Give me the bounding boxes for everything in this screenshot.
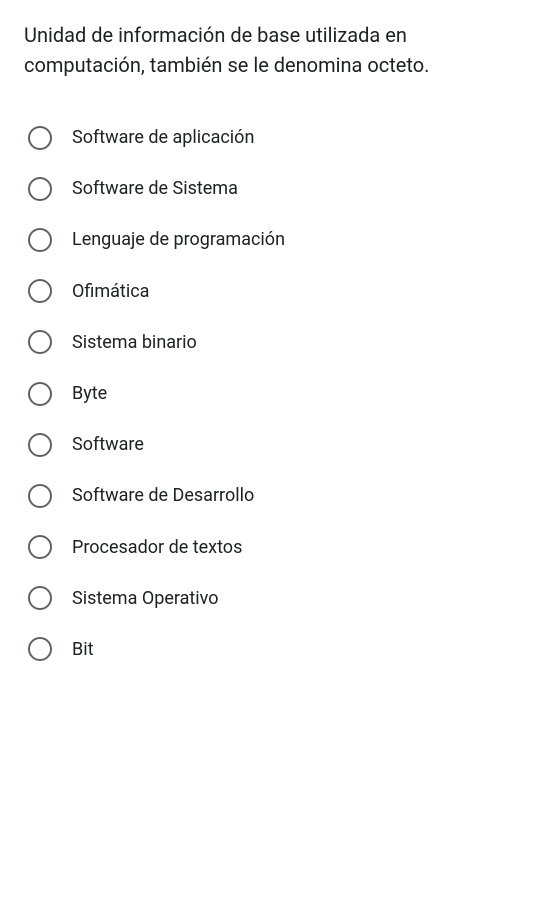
radio-icon [28,535,52,559]
option-label: Byte [72,381,107,406]
option-label: Lenguaje de programación [72,227,285,252]
option-6[interactable]: Software [24,419,527,470]
option-0[interactable]: Software de aplicación [24,112,527,163]
option-8[interactable]: Procesador de textos [24,522,527,573]
option-label: Software de aplicación [72,125,254,150]
radio-icon [28,433,52,457]
option-label: Software [72,432,144,457]
radio-icon [28,330,52,354]
option-label: Software de Sistema [72,176,238,201]
radio-icon [28,637,52,661]
question-text: Unidad de información de base utilizada … [24,20,527,80]
option-10[interactable]: Bit [24,624,527,675]
option-label: Procesador de textos [72,535,242,560]
option-3[interactable]: Ofimática [24,266,527,317]
radio-icon [28,586,52,610]
option-5[interactable]: Byte [24,368,527,419]
option-label: Bit [72,637,93,662]
option-4[interactable]: Sistema binario [24,317,527,368]
option-7[interactable]: Software de Desarrollo [24,470,527,521]
option-label: Software de Desarrollo [72,483,254,508]
option-2[interactable]: Lenguaje de programación [24,214,527,265]
option-label: Sistema binario [72,330,197,355]
radio-icon [28,484,52,508]
radio-icon [28,126,52,150]
option-1[interactable]: Software de Sistema [24,163,527,214]
radio-icon [28,382,52,406]
radio-icon [28,177,52,201]
radio-icon [28,228,52,252]
options-list: Software de aplicación Software de Siste… [24,112,527,675]
option-9[interactable]: Sistema Operativo [24,573,527,624]
radio-icon [28,279,52,303]
option-label: Sistema Operativo [72,586,219,611]
option-label: Ofimática [72,279,149,304]
